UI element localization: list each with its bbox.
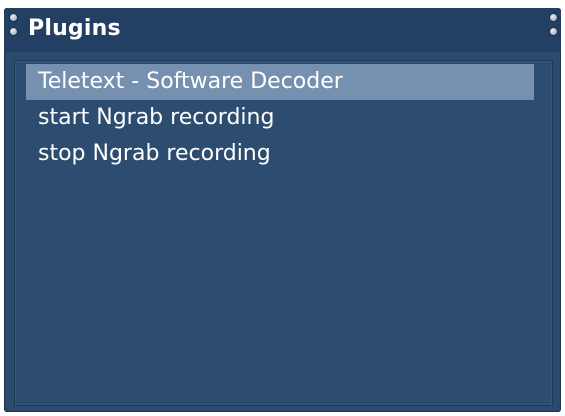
plugin-item-stop-ngrab-recording[interactable]: stop Ngrab recording	[26, 136, 534, 172]
screw-icon	[550, 28, 557, 35]
title-bar: Plugins	[4, 8, 561, 52]
plugin-list: Teletext - Software Decoder start Ngrab …	[26, 64, 534, 172]
plugin-item-teletext-decoder[interactable]: Teletext - Software Decoder	[26, 64, 534, 100]
plugin-item-start-ngrab-recording[interactable]: start Ngrab recording	[26, 100, 534, 136]
screw-icon	[10, 28, 17, 35]
screw-icon	[10, 14, 17, 21]
plugins-dialog: Plugins Teletext - Software Decoder star…	[4, 8, 561, 412]
dialog-title: Plugins	[28, 16, 121, 41]
screw-icon	[550, 14, 557, 21]
